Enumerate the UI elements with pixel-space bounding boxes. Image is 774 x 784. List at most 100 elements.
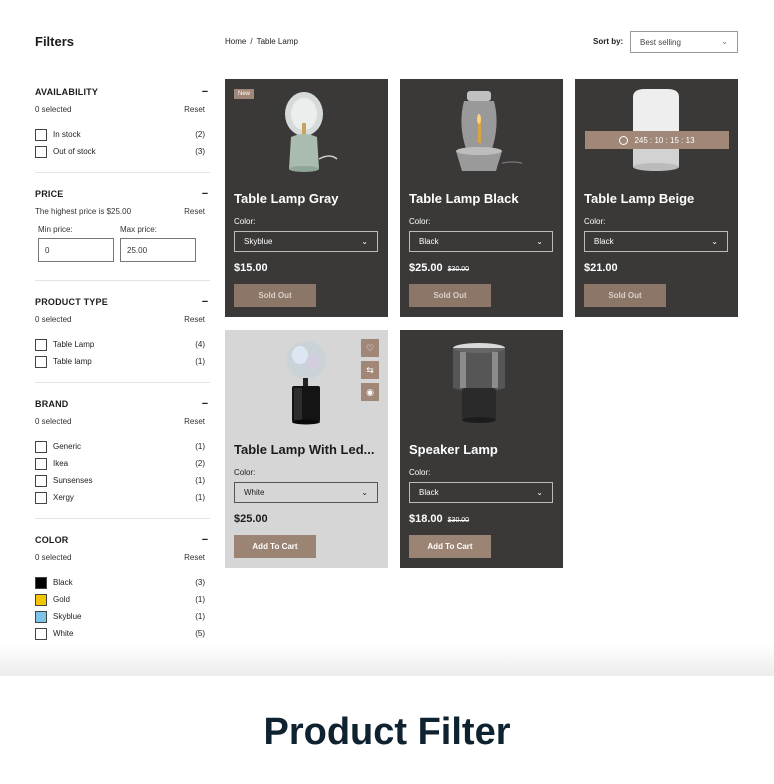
filter-option-ikea[interactable]: Ikea (2) (35, 455, 210, 472)
product-card[interactable]: Speaker Lamp Color: Black ⌄ $18.00 $30.00… (400, 330, 563, 568)
reset-link[interactable]: Reset (184, 105, 205, 114)
sold-out-button[interactable]: Sold Out (584, 284, 666, 307)
collapse-icon[interactable]: − (200, 297, 210, 308)
reset-link[interactable]: Reset (184, 553, 205, 562)
selected-count: 0 selected (35, 105, 72, 114)
option-label: Gold (53, 595, 70, 604)
color-swatch[interactable] (35, 576, 47, 589)
option-count: (1) (195, 442, 205, 451)
highest-price-text: The highest price is $25.00 (35, 207, 132, 216)
option-label: Black (53, 578, 73, 587)
divider (35, 518, 210, 519)
product-card[interactable]: 245 : 10 : 15 : 13 Table Lamp Beige Colo… (575, 79, 738, 317)
chevron-down-icon: ⌄ (361, 488, 368, 497)
filter-option-table-lamp-lower[interactable]: Table lamp (1) (35, 353, 210, 370)
color-swatch[interactable] (35, 610, 47, 623)
option-count: (2) (195, 459, 205, 468)
checkbox[interactable] (35, 128, 47, 141)
collapse-icon[interactable]: − (200, 535, 210, 546)
filter-option-out-of-stock[interactable]: Out of stock (3) (35, 143, 210, 160)
variant-select[interactable]: Black ⌄ (584, 231, 728, 252)
variant-select[interactable]: Black ⌄ (409, 231, 553, 252)
filter-product-type: PRODUCT TYPE − 0 selected Reset Table La… (35, 295, 210, 370)
checkbox[interactable] (35, 474, 47, 487)
filter-option-in-stock[interactable]: In stock (2) (35, 126, 210, 143)
sort-label: Sort by: (593, 37, 624, 46)
reset-link[interactable]: Reset (184, 417, 205, 426)
filter-availability-header[interactable]: AVAILABILITY − (35, 85, 210, 99)
selected-count: 0 selected (35, 417, 72, 426)
filter-product-type-header[interactable]: PRODUCT TYPE − (35, 295, 210, 309)
sold-out-button[interactable]: Sold Out (409, 284, 491, 307)
option-count: (1) (195, 357, 205, 366)
option-label: Generic (53, 442, 82, 451)
section-title: AVAILABILITY (35, 87, 99, 97)
variant-value: White (244, 488, 265, 497)
checkbox[interactable] (35, 355, 47, 368)
product-price: $18.00 $30.00 (409, 513, 469, 525)
checkbox[interactable] (35, 338, 47, 351)
section-title: BRAND (35, 399, 69, 409)
option-count: (1) (195, 612, 205, 621)
filter-price-header[interactable]: PRICE − (35, 187, 210, 201)
option-count: (2) (195, 130, 205, 139)
filter-option-white[interactable]: White (5) (35, 625, 210, 642)
product-name[interactable]: Table Lamp With Led... (234, 442, 380, 457)
product-image-black-lamp[interactable] (400, 79, 563, 184)
add-to-cart-button[interactable]: Add To Cart (409, 535, 491, 558)
sold-out-button[interactable]: Sold Out (234, 284, 316, 307)
checkbox[interactable] (35, 145, 47, 158)
swap-icon[interactable]: ⇆ (361, 361, 379, 379)
min-price-input[interactable] (38, 238, 114, 262)
add-to-cart-button[interactable]: Add To Cart (234, 535, 316, 558)
filter-option-black[interactable]: Black (3) (35, 574, 210, 591)
reset-link[interactable]: Reset (184, 315, 205, 324)
color-label: Color: (584, 217, 606, 226)
variant-select[interactable]: Black ⌄ (409, 482, 553, 503)
filter-color: COLOR − 0 selected Reset Black (3) Gold … (35, 533, 210, 642)
sort-select[interactable]: Best selling ⌄ (630, 31, 738, 53)
checkbox[interactable] (35, 440, 47, 453)
product-price: $15.00 (234, 262, 268, 274)
max-price-input[interactable] (120, 238, 196, 262)
checkbox[interactable] (35, 491, 47, 504)
filter-brand-header[interactable]: BRAND − (35, 397, 210, 411)
breadcrumb-home[interactable]: Home (225, 37, 246, 46)
color-swatch[interactable] (35, 627, 47, 640)
collapse-icon[interactable]: − (200, 87, 210, 98)
filter-option-skyblue[interactable]: Skyblue (1) (35, 608, 210, 625)
filters-title: Filters (35, 34, 75, 49)
checkbox[interactable] (35, 457, 47, 470)
variant-select[interactable]: White ⌄ (234, 482, 378, 503)
product-card[interactable]: ♡ ⇆ ◉ Table Lamp With Led... Color: Whit… (225, 330, 388, 568)
product-name[interactable]: Table Lamp Beige (584, 191, 730, 206)
product-price: $25.00 (234, 513, 268, 525)
chevron-down-icon: ⌄ (361, 237, 368, 246)
filter-color-header[interactable]: COLOR − (35, 533, 210, 547)
filter-option-xergy[interactable]: Xergy (1) (35, 489, 210, 506)
variant-select[interactable]: Skyblue ⌄ (234, 231, 378, 252)
heart-icon[interactable]: ♡ (361, 339, 379, 357)
product-card[interactable]: Table Lamp Black Color: Black ⌄ $25.00 $3… (400, 79, 563, 317)
filter-option-gold[interactable]: Gold (1) (35, 591, 210, 608)
product-card[interactable]: New Table Lamp Gray Color: Skyblue ⌄ $15… (225, 79, 388, 317)
product-image-speaker-lamp[interactable] (400, 330, 563, 435)
option-count: (5) (195, 629, 205, 638)
breadcrumb-current: Table Lamp (256, 37, 298, 46)
reset-link[interactable]: Reset (184, 207, 205, 216)
option-label: Table Lamp (53, 340, 95, 349)
eye-icon[interactable]: ◉ (361, 383, 379, 401)
filter-option-sunsenses[interactable]: Sunsenses (1) (35, 472, 210, 489)
product-name[interactable]: Table Lamp Gray (234, 191, 380, 206)
filter-option-generic[interactable]: Generic (1) (35, 438, 210, 455)
collapse-icon[interactable]: − (200, 189, 210, 200)
color-swatch[interactable] (35, 593, 47, 606)
collapse-icon[interactable]: − (200, 399, 210, 410)
product-name[interactable]: Table Lamp Black (409, 191, 555, 206)
chevron-down-icon: ⌄ (536, 488, 543, 497)
breadcrumb-separator: / (250, 37, 253, 46)
product-name[interactable]: Speaker Lamp (409, 442, 555, 457)
filter-option-table-lamp[interactable]: Table Lamp (4) (35, 336, 210, 353)
old-price: $30.00 (447, 266, 470, 273)
divider (35, 172, 210, 173)
